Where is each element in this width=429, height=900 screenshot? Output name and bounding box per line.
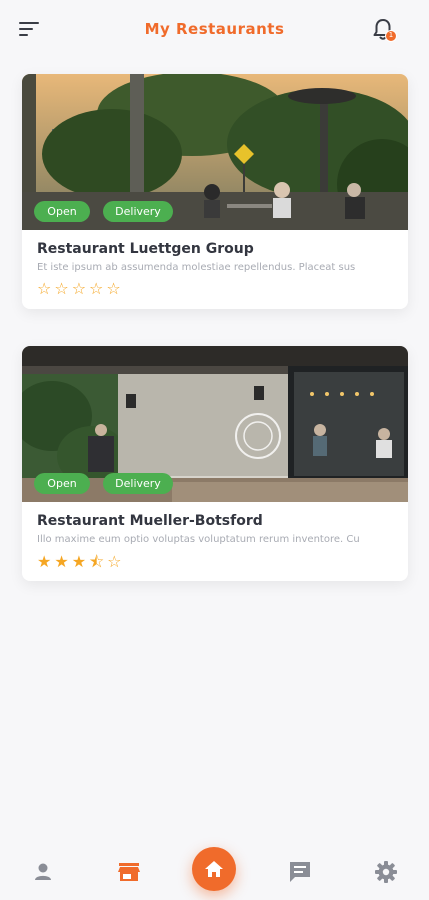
notification-badge: 1 — [385, 30, 397, 42]
page-title: My Restaurants — [144, 20, 285, 38]
top-app-bar: My Restaurants 1 — [0, 0, 429, 62]
store-icon[interactable] — [116, 859, 142, 885]
home-icon[interactable] — [192, 847, 236, 891]
restaurant-description: Illo maxime eum optio voluptas voluptatu… — [37, 534, 360, 545]
rating-stars: ★★★⯪☆ — [37, 552, 125, 571]
gear-icon[interactable] — [373, 859, 399, 885]
restaurant-card[interactable]: Open Delivery Restaurant Luettgen Group … — [22, 74, 408, 309]
chat-icon[interactable] — [287, 859, 313, 885]
open-badge: Open — [34, 201, 90, 222]
restaurant-description: Et iste ipsum ab assumenda molestiae rep… — [37, 262, 356, 273]
bottom-navigation — [0, 840, 429, 900]
restaurant-name: Restaurant Luettgen Group — [37, 241, 254, 257]
bell-icon[interactable]: 1 — [370, 16, 400, 46]
restaurant-name: Restaurant Mueller-Botsford — [37, 513, 263, 529]
rating-stars: ☆☆☆☆☆ — [37, 279, 124, 298]
restaurant-card[interactable]: Open Delivery Restaurant Mueller-Botsfor… — [22, 346, 408, 581]
person-icon[interactable] — [30, 859, 56, 885]
delivery-badge: Delivery — [103, 473, 173, 494]
delivery-badge: Delivery — [103, 201, 173, 222]
open-badge: Open — [34, 473, 90, 494]
